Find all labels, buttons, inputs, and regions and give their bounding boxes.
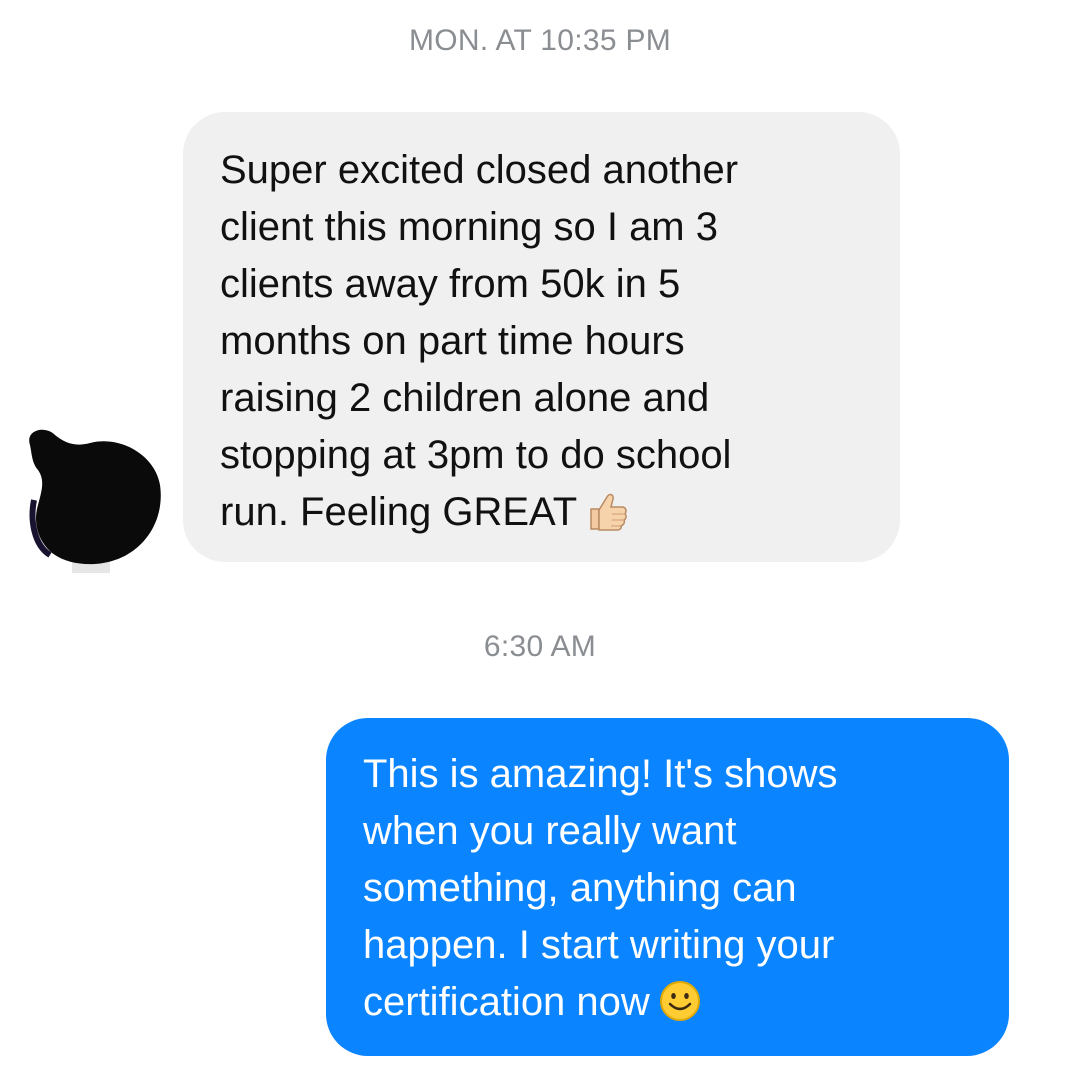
avatar-redacted[interactable] <box>20 425 165 575</box>
thumbs-up-icon <box>585 489 629 533</box>
timestamp: 6:30 AM <box>483 630 597 663</box>
incoming-message-bubble[interactable]: Super excited closed another client this… <box>183 112 900 562</box>
message-text: Super excited closed another client this… <box>220 148 739 534</box>
outgoing-message-bubble[interactable]: This is amazing! It's shows when you rea… <box>326 718 1009 1056</box>
smiling-face-icon <box>658 979 702 1023</box>
timestamp: MON. AT 10:35 PM <box>408 24 672 57</box>
message-text: This is amazing! It's shows when you rea… <box>363 752 838 1024</box>
